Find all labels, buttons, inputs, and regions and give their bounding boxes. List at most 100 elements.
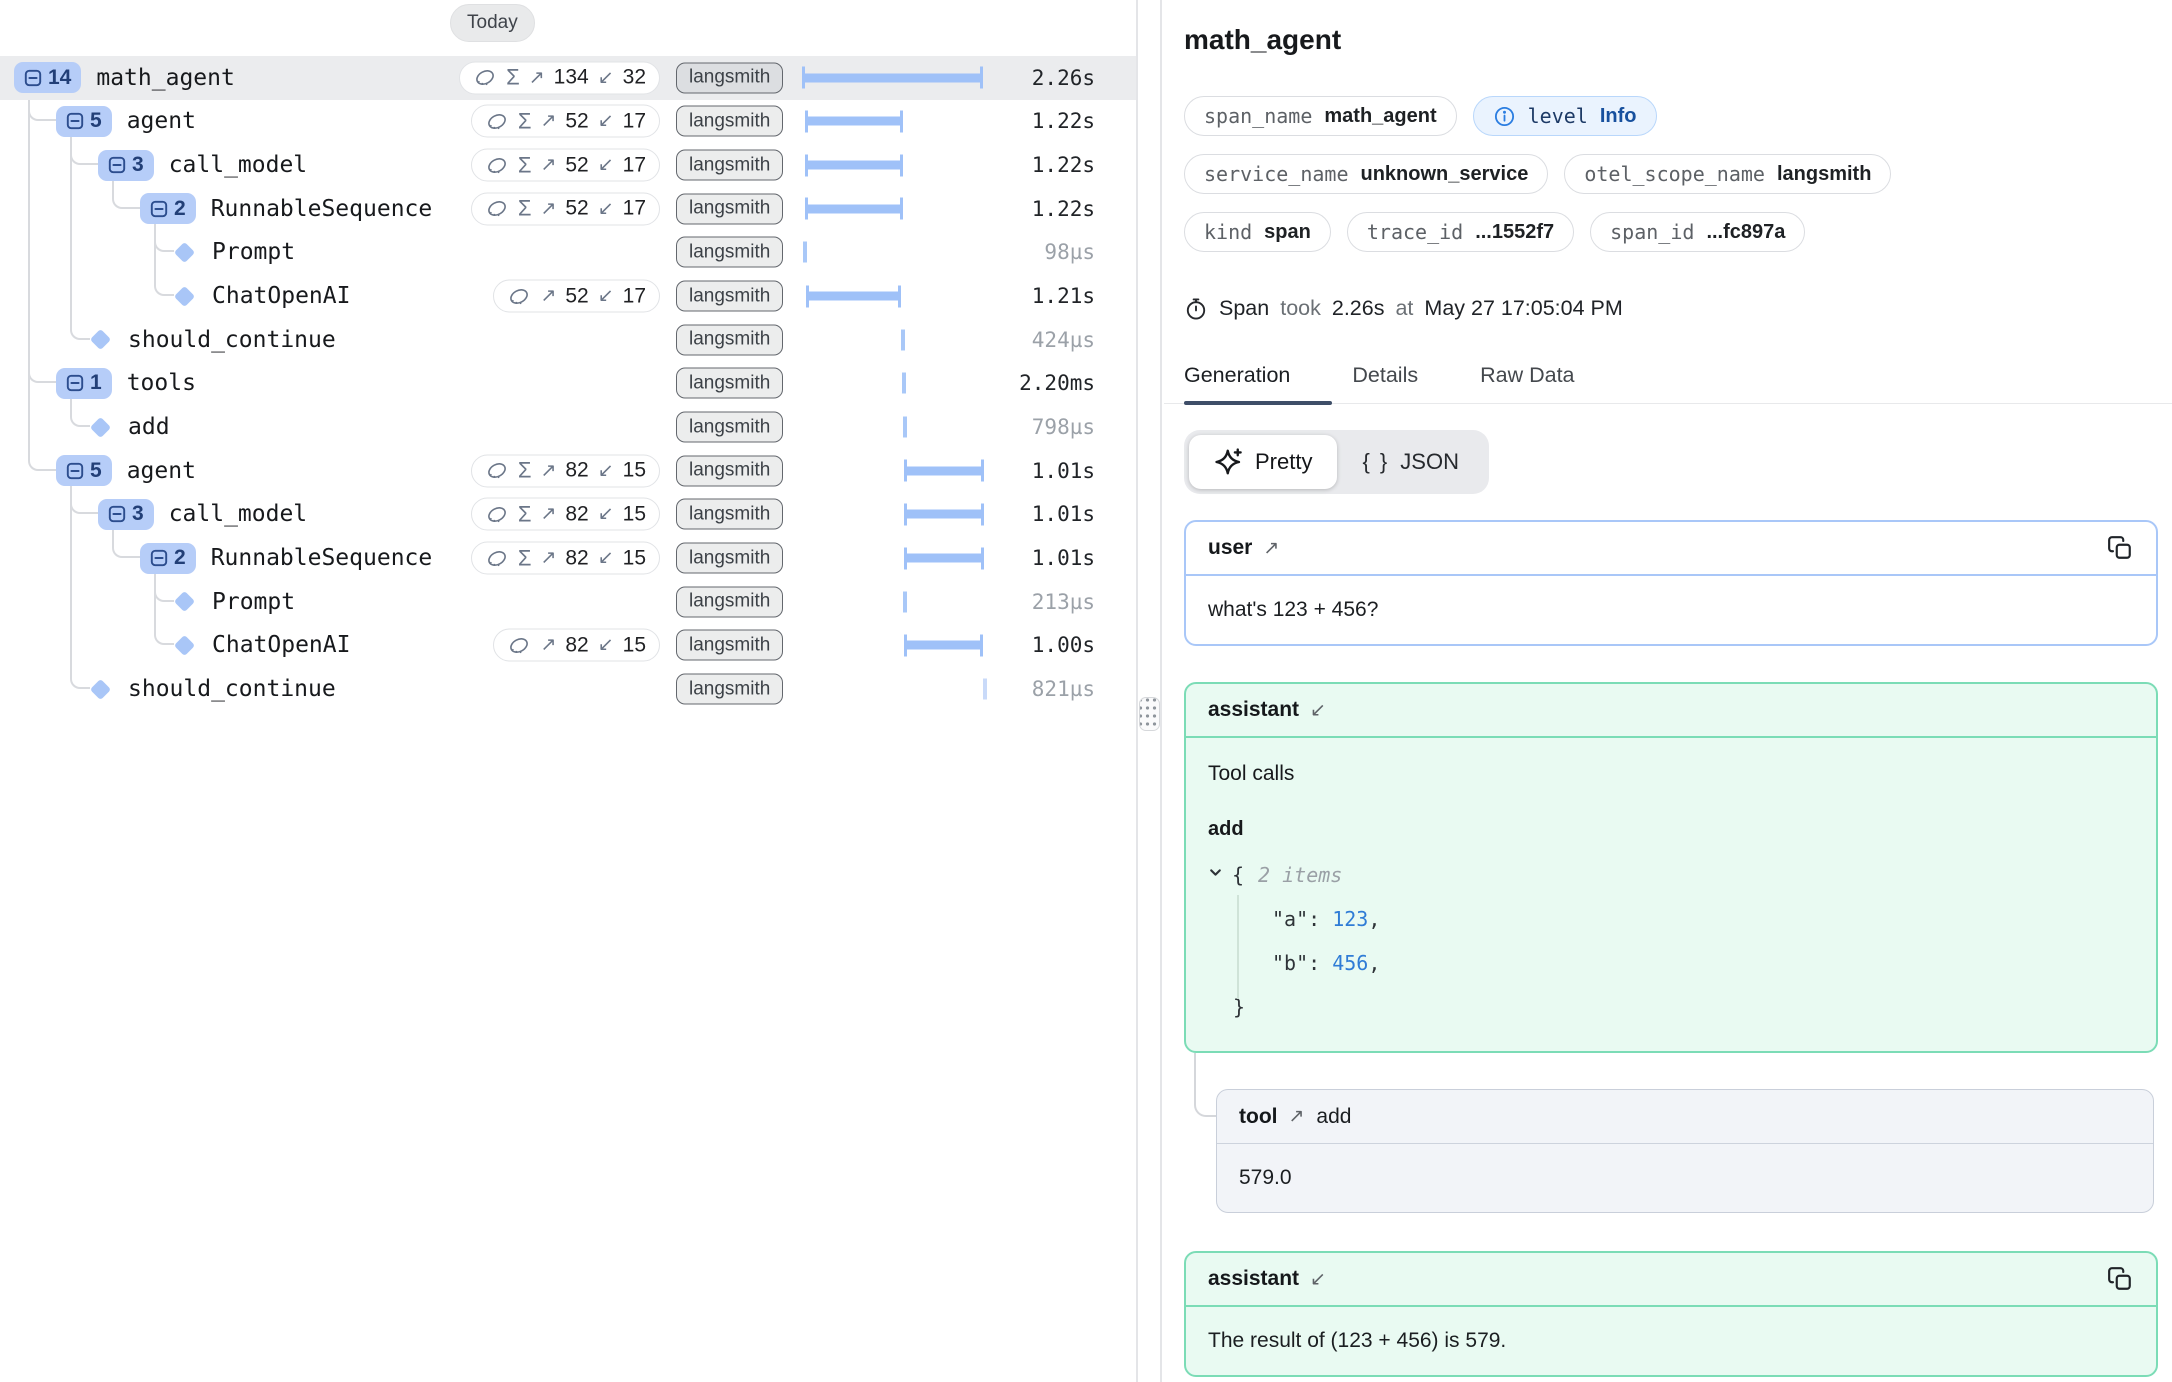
token-usage-pill[interactable]: Σ↗82↙15 bbox=[471, 498, 660, 531]
duration-label: 1.01s bbox=[1032, 502, 1095, 526]
view-toggle-pretty[interactable]: Pretty bbox=[1189, 435, 1337, 489]
attribute-pill-service_name[interactable]: service_nameunknown_service bbox=[1184, 154, 1548, 194]
attribute-value: math_agent bbox=[1324, 105, 1436, 128]
trace-row-ChatOpenAI[interactable]: ChatOpenAI↗82↙15langsmith1.00s bbox=[0, 624, 1136, 668]
tab-raw-data[interactable]: Raw Data bbox=[1480, 363, 1574, 403]
panel-resize-handle[interactable] bbox=[1139, 697, 1160, 731]
sigma-icon: Σ bbox=[518, 108, 532, 134]
trace-row-math_agent[interactable]: 14math_agentΣ↗134↙32langsmith2.26s bbox=[0, 56, 1136, 100]
attribute-pill-trace_id[interactable]: trace_id ...1552f7 bbox=[1347, 212, 1574, 252]
token-usage-pill[interactable]: Σ↗82↙15 bbox=[471, 454, 660, 487]
copy-button[interactable] bbox=[2106, 1265, 2134, 1293]
trace-row-ChatOpenAI[interactable]: ChatOpenAI↗52↙17langsmith1.21s bbox=[0, 274, 1136, 318]
input-tokens: 52 bbox=[565, 284, 588, 308]
attribute-key: kind bbox=[1204, 220, 1252, 244]
tab-details[interactable]: Details bbox=[1352, 363, 1418, 403]
input-tokens-arrow-icon: ↗ bbox=[540, 154, 556, 177]
collapse-badge[interactable]: 5 bbox=[56, 106, 112, 137]
trace-row-should_continue[interactable]: should_continuelangsmith821µs bbox=[0, 667, 1136, 711]
trace-row-Prompt[interactable]: Promptlangsmith213µs bbox=[0, 580, 1136, 624]
token-usage-pill[interactable]: Σ↗52↙17 bbox=[471, 149, 660, 182]
collapse-badge[interactable]: 3 bbox=[98, 150, 154, 181]
vendor-tag: langsmith bbox=[676, 455, 783, 486]
json-entry: "a": 123, bbox=[1208, 897, 2134, 941]
attribute-pill-span_id[interactable]: span_id...fc897a bbox=[1590, 212, 1805, 252]
role-label: user bbox=[1208, 536, 1252, 560]
duration-label: 213µs bbox=[1032, 590, 1095, 614]
output-tokens-arrow-icon: ↙ bbox=[598, 285, 614, 308]
json-opener-line[interactable]: {2 items bbox=[1208, 853, 2134, 897]
trace-tree: 14math_agentΣ↗134↙32langsmith2.26s 5 agent… bbox=[0, 0, 1136, 760]
message-card-assistant-final: assistant ↙ The result of (123 + 456) is… bbox=[1184, 1251, 2158, 1377]
trace-row-RunnableSequence[interactable]: 2RunnableSequenceΣ↗52↙17langsmith1.22s bbox=[0, 187, 1136, 231]
token-coin-icon bbox=[485, 503, 509, 525]
attribute-pill-level[interactable]: levelInfo bbox=[1473, 96, 1657, 136]
view-toggle-json[interactable]: { }JSON bbox=[1337, 437, 1484, 487]
trace-row-call_model[interactable]: 3call_modelΣ↗52↙17langsmith1.22s bbox=[0, 143, 1136, 187]
vendor-tag: langsmith bbox=[676, 586, 783, 617]
descendant-count: 3 bbox=[132, 502, 144, 526]
span-duration: 2.26s bbox=[1332, 296, 1385, 321]
trace-row-agent[interactable]: 5agentΣ↗82↙15langsmith1.01s bbox=[0, 449, 1136, 493]
stopwatch-icon bbox=[1184, 297, 1208, 321]
date-chip[interactable]: Today bbox=[450, 4, 535, 42]
input-tokens-arrow-icon: ↗ bbox=[540, 285, 556, 308]
input-tokens-arrow-icon: ↗ bbox=[540, 459, 556, 482]
collapse-badge[interactable]: 2 bbox=[140, 543, 196, 574]
descendant-count: 5 bbox=[90, 459, 102, 483]
timeline-bar bbox=[806, 292, 901, 301]
trace-row-call_model[interactable]: 3call_modelΣ↗82↙15langsmith1.01s bbox=[0, 493, 1136, 537]
duration-label: 1.01s bbox=[1032, 546, 1095, 570]
trace-row-tools[interactable]: 1toolslangsmith2.20ms bbox=[0, 362, 1136, 406]
view-toggle-label: JSON bbox=[1400, 449, 1459, 475]
tab-generation[interactable]: Generation bbox=[1184, 363, 1290, 403]
trace-row-should_continue[interactable]: should_continuelangsmith424µs bbox=[0, 318, 1136, 362]
token-coin-icon bbox=[485, 460, 509, 482]
copy-button[interactable] bbox=[2106, 534, 2134, 562]
vendor-tag: langsmith bbox=[676, 324, 783, 355]
attribute-value: ...1552f7 bbox=[1475, 221, 1554, 244]
collapse-badge[interactable]: 2 bbox=[140, 193, 196, 224]
attribute-key: trace_id bbox=[1367, 220, 1463, 244]
token-usage-pill[interactable]: Σ↗134↙32 bbox=[459, 61, 660, 94]
message-header: assistant ↙ bbox=[1186, 1253, 2156, 1307]
span-name: agent bbox=[127, 108, 196, 134]
attribute-pill-kind[interactable]: kindspan bbox=[1184, 212, 1331, 252]
collapse-badge[interactable]: 14 bbox=[14, 62, 81, 93]
span-timestamp: May 27 17:05:04 PM bbox=[1424, 296, 1622, 321]
token-usage-pill[interactable]: Σ↗52↙17 bbox=[471, 192, 660, 225]
collapse-minus-icon bbox=[108, 505, 126, 523]
outbound-arrow-icon: ↗ bbox=[1263, 537, 1279, 560]
token-coin-icon bbox=[507, 634, 531, 656]
span-name: ChatOpenAI bbox=[212, 632, 350, 658]
duration-label: 1.22s bbox=[1032, 153, 1095, 177]
trace-row-Prompt[interactable]: Promptlangsmith98µs bbox=[0, 231, 1136, 275]
token-usage-pill[interactable]: ↗82↙15 bbox=[493, 629, 660, 662]
token-usage-pill[interactable]: Σ↗52↙17 bbox=[471, 105, 660, 138]
token-usage-pill[interactable]: ↗52↙17 bbox=[493, 280, 660, 313]
attribute-pill-span_name[interactable]: span_namemath_agent bbox=[1184, 96, 1457, 136]
token-usage-pill[interactable]: Σ↗82↙15 bbox=[471, 542, 660, 575]
attribute-row: kindspan trace_id ...1552f7 span_id...fc897… bbox=[1184, 212, 2158, 252]
sparkle-icon bbox=[1214, 447, 1244, 477]
chevron-down-icon[interactable] bbox=[1208, 865, 1223, 880]
trace-row-add[interactable]: addlangsmith798µs bbox=[0, 405, 1136, 449]
span-name: RunnableSequence bbox=[211, 545, 433, 571]
trace-row-agent[interactable]: 5agentΣ↗52↙17langsmith1.22s bbox=[0, 100, 1136, 144]
span-diamond-icon bbox=[174, 242, 195, 263]
json-tree: {2 items "a": 123, "b": 456, } bbox=[1208, 853, 2134, 1029]
descendant-count: 3 bbox=[132, 153, 144, 177]
attribute-pill-otel_scope_name[interactable]: otel_scope_namelangsmith bbox=[1564, 154, 1891, 194]
collapse-badge[interactable]: 1 bbox=[56, 368, 112, 399]
collapse-badge[interactable]: 3 bbox=[98, 499, 154, 530]
output-tokens-arrow-icon: ↙ bbox=[598, 634, 614, 657]
input-tokens: 52 bbox=[565, 153, 588, 177]
vendor-tag: langsmith bbox=[676, 674, 783, 705]
inbound-arrow-icon: ↙ bbox=[1310, 1268, 1326, 1291]
trace-row-RunnableSequence[interactable]: 2RunnableSequenceΣ↗82↙15langsmith1.01s bbox=[0, 536, 1136, 580]
detail-tabs: Generation Details Raw Data bbox=[1164, 363, 2172, 404]
collapse-badge[interactable]: 5 bbox=[56, 455, 112, 486]
trace-tree-panel: 14math_agentΣ↗134↙32langsmith2.26s 5 agent… bbox=[0, 0, 1136, 1382]
tool-calls-heading: Tool calls bbox=[1208, 762, 2134, 786]
attribute-key: level bbox=[1528, 104, 1588, 128]
